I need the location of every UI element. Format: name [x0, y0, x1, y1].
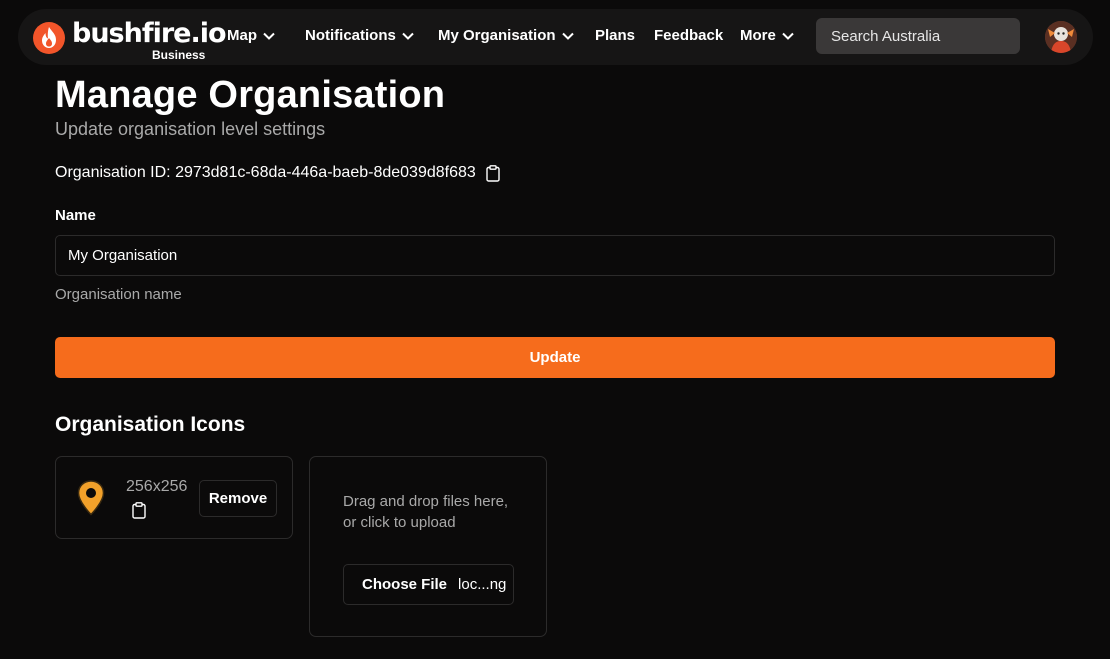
top-navbar: bushfire.io Business Map Notifications M… — [18, 9, 1093, 65]
name-help-text: Organisation name — [55, 286, 182, 303]
organisation-id-value: 2973d81c-68da-446a-baeb-8de039d8f683 — [175, 164, 476, 181]
icon-card: 256x256 Remove — [55, 456, 293, 539]
nav-item-label: Map — [227, 27, 257, 44]
organisation-id: Organisation ID: 2973d81c-68da-446a-baeb… — [55, 164, 500, 182]
nav-item-label: Notifications — [305, 27, 396, 44]
organisation-icons-heading: Organisation Icons — [55, 413, 246, 436]
organisation-name-input[interactable] — [55, 235, 1055, 276]
logo-text: bushfire.io — [72, 18, 227, 49]
nav-item-plans[interactable]: Plans — [595, 27, 635, 44]
nav-item-label: Feedback — [654, 27, 724, 44]
file-drop-zone[interactable]: Drag and drop files here, or click to up… — [309, 456, 547, 637]
flame-icon — [33, 22, 65, 54]
selected-file-name: loc...ng — [458, 576, 507, 593]
nav-item-label: More — [740, 27, 776, 44]
chevron-down-icon — [782, 32, 794, 40]
page-subtitle: Update organisation level settings — [55, 119, 326, 139]
name-label: Name — [55, 207, 96, 224]
nav-item-label: Plans — [595, 27, 636, 44]
copy-clipboard-icon[interactable] — [132, 502, 146, 519]
nav-item-feedback[interactable]: Feedback — [654, 27, 723, 44]
choose-file-button[interactable]: Choose File — [362, 576, 447, 593]
search-input[interactable] — [816, 18, 1020, 54]
nav-item-label: My Organisation — [438, 27, 556, 44]
nav-item-my-organisation[interactable]: My Organisation — [438, 27, 574, 44]
update-button[interactable]: Update — [55, 337, 1055, 378]
chevron-down-icon — [402, 32, 414, 40]
nav-item-notifications[interactable]: Notifications — [305, 27, 414, 44]
avatar[interactable] — [1045, 21, 1077, 53]
logo-subtitle: Business — [152, 48, 206, 62]
chevron-down-icon — [263, 32, 275, 40]
drop-zone-text: Drag and drop files here, or click to up… — [343, 493, 509, 531]
avatar-image — [1045, 21, 1077, 53]
file-input[interactable]: Choose File loc...ng — [343, 564, 514, 605]
nav-item-more[interactable]: More — [740, 27, 794, 44]
nav-item-map[interactable]: Map — [227, 27, 275, 44]
location-pin-icon — [77, 480, 105, 516]
chevron-down-icon — [561, 32, 574, 40]
bushfire-logo[interactable]: bushfire.io Business — [32, 15, 227, 62]
remove-icon-button[interactable]: Remove — [199, 480, 277, 517]
page-title: Manage Organisation — [55, 74, 446, 116]
copy-clipboard-icon[interactable] — [486, 164, 500, 182]
icon-dimensions: 256x256 — [126, 478, 188, 495]
organisation-id-label: Organisation ID: — [55, 164, 171, 181]
